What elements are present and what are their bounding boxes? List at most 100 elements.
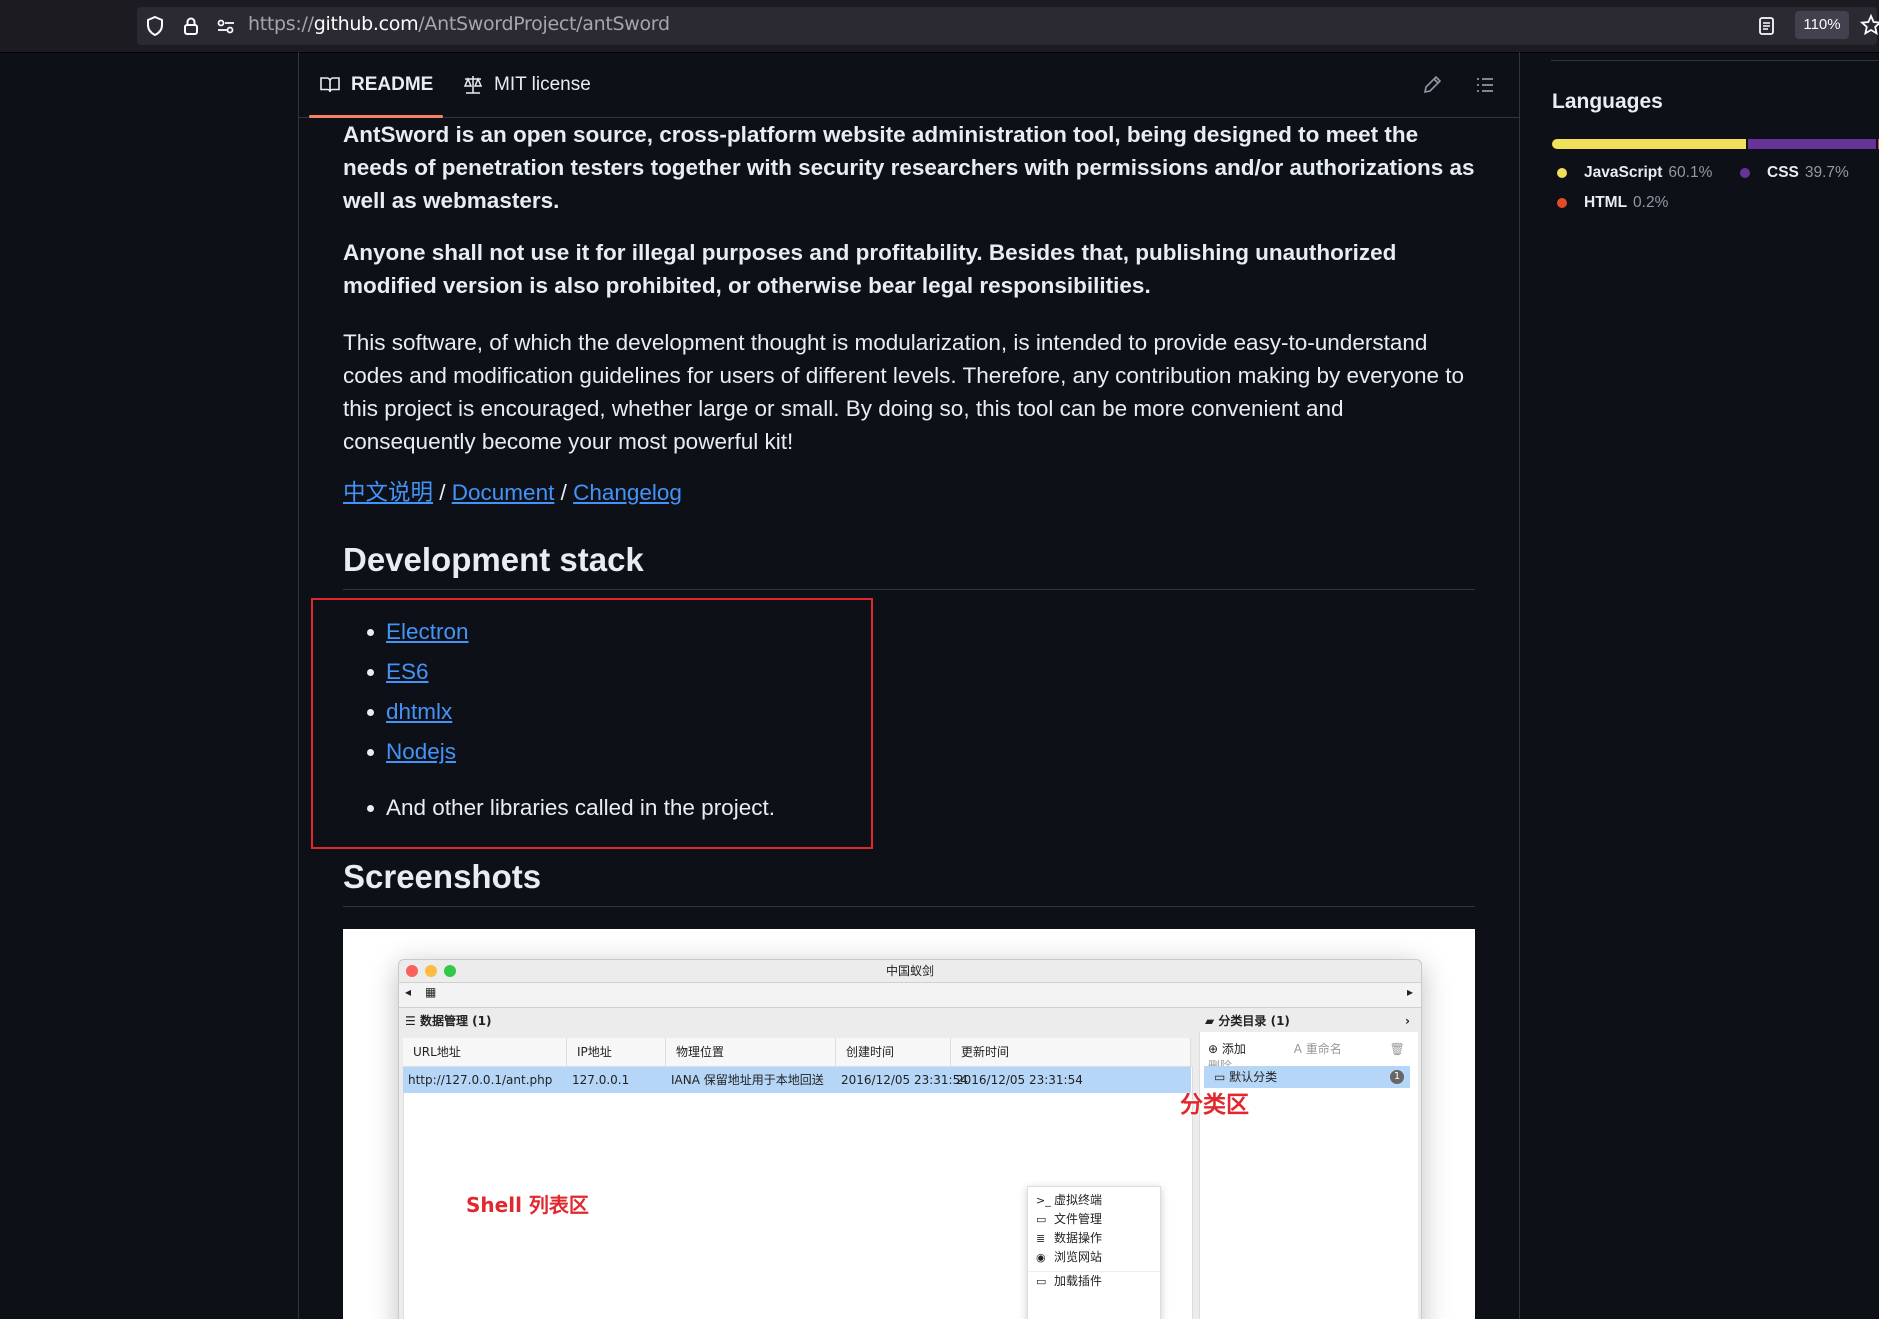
- chinese-readme-link[interactable]: 中文说明: [343, 480, 433, 505]
- doc-links: 中文说明 / Document / Changelog: [343, 475, 682, 507]
- edit-pencil-icon[interactable]: [1421, 74, 1443, 96]
- category-panel-title: ▰ 分类目录 (1): [1205, 1014, 1290, 1028]
- outline-list-icon[interactable]: [1474, 74, 1496, 96]
- category-panel-title-text: 分类目录 (1): [1218, 1014, 1290, 1028]
- ctx-plugins-label: 加载插件: [1054, 1274, 1103, 1288]
- list-item: Electron: [343, 614, 775, 654]
- col-created: 创建时间: [836, 1038, 951, 1066]
- bookmark-star-icon[interactable]: [1860, 14, 1879, 36]
- ctx-files-label: 文件管理: [1054, 1212, 1103, 1226]
- language-item[interactable]: HTML 0.2%: [1557, 194, 1668, 212]
- zoom-level-button[interactable]: 110%: [1795, 11, 1849, 39]
- table-row: http://127.0.0.1/ant.php 127.0.0.1 IANA …: [403, 1067, 1191, 1093]
- es6-link[interactable]: ES6: [386, 659, 429, 684]
- folder-icon: ▭: [1036, 1213, 1047, 1226]
- language-bar-segment: [1748, 139, 1877, 149]
- browser-icon: ◉: [1036, 1251, 1046, 1264]
- cell-updated: 2016/12/05 23:31:54: [956, 1073, 1083, 1087]
- window-toolbar: ◂ ▦ ▸: [399, 983, 1421, 1008]
- category-count-badge: 1: [1390, 1070, 1404, 1084]
- context-menu: >_ 虚拟终端 ▭ 文件管理 ≣ 数据操作 ◉ 浏览网站 ▭ 加载插件: [1027, 1186, 1161, 1319]
- add-category-label: ⊕ 添加: [1208, 1042, 1246, 1056]
- ctx-terminal-label: 虚拟终端: [1054, 1193, 1103, 1207]
- tab-readme-label: README: [351, 73, 434, 95]
- ctx-database-label: 数据操作: [1054, 1231, 1103, 1245]
- database-icon: ≣: [1036, 1232, 1046, 1245]
- link-separator: /: [554, 480, 574, 505]
- nodejs-link[interactable]: Nodejs: [386, 739, 456, 764]
- data-panel-title: ☰ 数据管理 (1): [405, 1014, 492, 1028]
- context-menu-item: ▭ 加载插件: [1028, 1271, 1160, 1291]
- language-name: JavaScript: [1584, 164, 1663, 181]
- zoom-dot-icon: [444, 965, 456, 977]
- rename-category-label: A 重命名: [1293, 1042, 1342, 1056]
- languages-heading: Languages: [1552, 90, 1663, 113]
- scroll-right-icon: ▸: [1407, 985, 1414, 999]
- law-scale-icon: [463, 75, 483, 94]
- grid-icon: ▦: [425, 985, 437, 999]
- development-stack-heading: Development stack: [343, 541, 1475, 590]
- window-titlebar: 中国蚁剑: [399, 960, 1421, 983]
- minimize-dot-icon: [425, 965, 437, 977]
- list-item: ES6: [343, 654, 775, 694]
- changelog-link[interactable]: Changelog: [573, 480, 682, 505]
- language-item[interactable]: JavaScript 60.1%: [1557, 164, 1712, 182]
- tab-license-label: MIT license: [494, 73, 591, 95]
- add-category-text: 添加: [1221, 1042, 1246, 1056]
- url-prefix: https://: [248, 13, 314, 35]
- reader-view-icon[interactable]: [1757, 15, 1777, 37]
- list-item: dhtmlx: [343, 694, 775, 734]
- plugin-folder-icon: ▭: [1036, 1275, 1047, 1288]
- lock-icon[interactable]: [180, 15, 202, 37]
- language-bar: [1552, 139, 1879, 149]
- url-text[interactable]: https://github.com/AntSwordProject/antSw…: [248, 13, 670, 35]
- url-path: /AntSwordProject/antSword: [418, 13, 670, 35]
- context-menu-item: ◉ 浏览网站: [1028, 1248, 1160, 1267]
- divider: [1551, 60, 1879, 61]
- legal-paragraph: Anyone shall not use it for illegal purp…: [343, 240, 1397, 298]
- stack-list: Electron ES6 dhtmlx Nodejs And other lib…: [343, 614, 775, 830]
- language-item[interactable]: CSS 39.7%: [1740, 164, 1849, 182]
- dhtmlx-link[interactable]: dhtmlx: [386, 699, 452, 724]
- list-item: And other libraries called in the projec…: [343, 790, 775, 830]
- browser-toolbar: https://github.com/AntSwordProject/antSw…: [0, 0, 1879, 53]
- col-ip: IP地址: [567, 1038, 666, 1066]
- col-url: URL地址: [403, 1038, 567, 1066]
- language-name: CSS: [1767, 164, 1799, 181]
- col-updated: 更新时间: [951, 1038, 1191, 1066]
- link-separator: /: [433, 480, 452, 505]
- context-menu-item: ▭ 文件管理: [1028, 1210, 1160, 1229]
- language-percent: 39.7%: [1804, 164, 1849, 181]
- close-dot-icon: [406, 965, 418, 977]
- rename-category-text: 重命名: [1305, 1042, 1342, 1056]
- language-dot-icon: [1557, 198, 1567, 208]
- screenshots-heading: Screenshots: [343, 858, 1475, 907]
- tab-license[interactable]: MIT license: [462, 52, 591, 117]
- language-dot-icon: [1740, 168, 1750, 178]
- tab-readme[interactable]: README: [308, 52, 444, 118]
- col-location: 物理位置: [666, 1038, 836, 1066]
- url-host: github.com: [313, 13, 419, 35]
- readme-tab-bar: README MIT license: [299, 52, 1519, 118]
- chevron-right-icon: ›: [1405, 1014, 1410, 1028]
- shield-icon[interactable]: [144, 15, 166, 37]
- shell-list-annotation: Shell 列表区: [466, 1193, 589, 1217]
- intro-paragraph: AntSword is an open source, cross-platfo…: [343, 122, 1475, 213]
- language-percent: 0.2%: [1633, 194, 1669, 211]
- data-panel-title-text: 数据管理 (1): [419, 1014, 492, 1028]
- scroll-left-icon: ◂: [405, 985, 412, 999]
- divider: [1519, 52, 1520, 1319]
- electron-link[interactable]: Electron: [386, 619, 469, 644]
- document-link[interactable]: Document: [452, 480, 555, 505]
- grid-header: URL地址 IP地址 物理位置 创建时间 更新时间: [403, 1038, 1191, 1067]
- context-menu-item: >_ 虚拟终端: [1028, 1191, 1160, 1210]
- category-panel: ⊕ 添加 A 重命名 🗑 删除 ▭ 默认分类1: [1199, 1032, 1418, 1319]
- category-annotation: 分类区: [1180, 1092, 1249, 1118]
- language-dot-icon: [1557, 168, 1567, 178]
- description-paragraph: This software, of which the development …: [343, 330, 1465, 454]
- permissions-icon[interactable]: [215, 15, 237, 37]
- context-menu-item: ≣ 数据操作: [1028, 1229, 1160, 1248]
- screenshot-image: 中国蚁剑 ◂ ▦ ▸ ☰ 数据管理 (1) ▰ 分类目录 (1) › URL地址…: [343, 929, 1475, 1319]
- language-bar-segment: [1552, 139, 1747, 149]
- window-title: 中国蚁剑: [885, 964, 934, 978]
